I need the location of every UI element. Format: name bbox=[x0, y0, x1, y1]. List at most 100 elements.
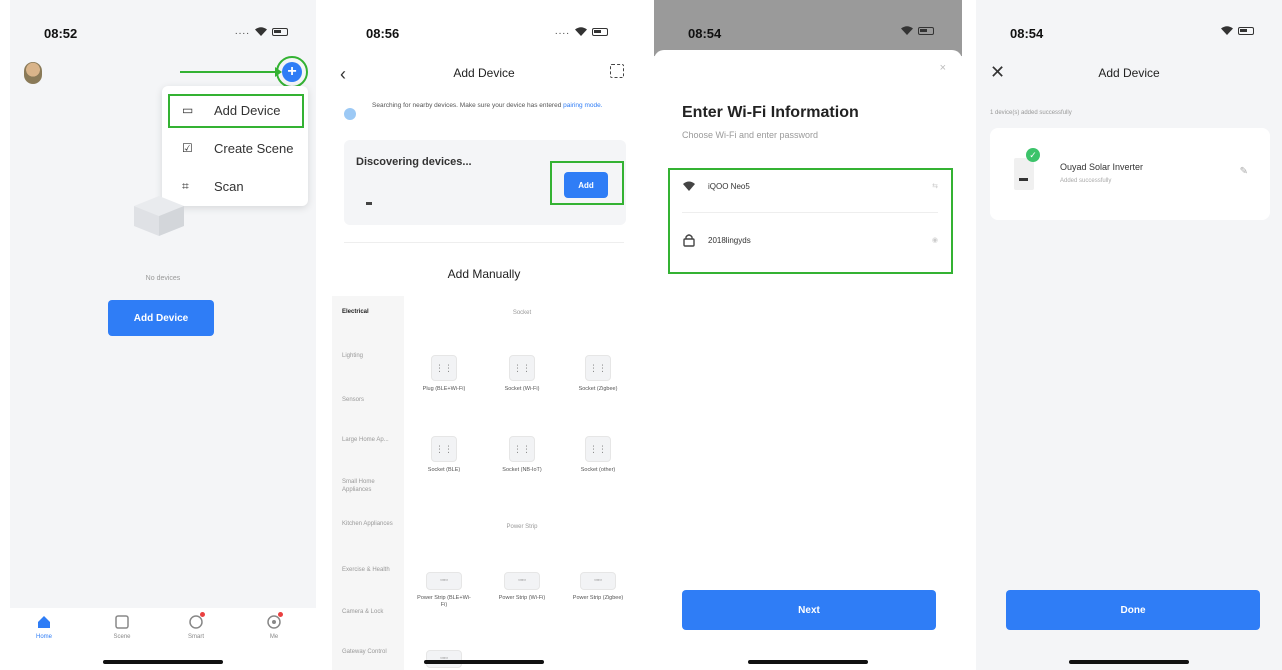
category-gateway-control[interactable]: Gateway Control bbox=[342, 648, 398, 656]
success-note: 1 device(s) added successfully bbox=[990, 110, 1072, 116]
home-indicator bbox=[103, 660, 223, 664]
category-large-home-appliances[interactable]: Large Home Ap... bbox=[342, 436, 398, 444]
device-tile[interactable]: ⋮⋮ Socket (NB-IoT) bbox=[492, 436, 552, 474]
empty-state-text: No devices bbox=[145, 275, 181, 282]
wifi-icon bbox=[255, 27, 267, 36]
phone-screen-add-device: 08:56 .... ‹ Add Device Searching for ne… bbox=[332, 0, 636, 670]
highlight-arrow bbox=[180, 67, 282, 77]
device-tile[interactable]: ▫▫▫ Power Strip (Wi-Fi) bbox=[492, 572, 552, 602]
device-tile[interactable]: ⋮⋮ Socket (Zigbee) bbox=[568, 355, 628, 393]
next-button[interactable]: Next bbox=[682, 590, 936, 630]
section-socket: Socket bbox=[512, 310, 532, 316]
divider bbox=[344, 242, 624, 243]
power-strip-icon: ▫▫▫ bbox=[426, 572, 462, 590]
device-tile[interactable]: ▫▫▫ Power Strip (BLE+Wi-Fi) bbox=[414, 572, 474, 609]
done-button[interactable]: Done bbox=[1006, 590, 1260, 630]
device-label: Socket (Zigbee) bbox=[578, 386, 618, 392]
notification-dot bbox=[200, 612, 205, 617]
category-lighting[interactable]: Lighting bbox=[342, 352, 398, 360]
device-tile[interactable]: ⋮⋮ Socket (BLE) bbox=[414, 436, 474, 474]
wifi-icon bbox=[901, 26, 913, 35]
loading-indicator bbox=[366, 202, 372, 205]
highlight-add-device bbox=[168, 94, 304, 128]
battery-icon bbox=[1238, 26, 1254, 35]
wifi-heading: Enter Wi-Fi Information bbox=[682, 104, 859, 121]
device-tile[interactable]: ▫▫▫ Power Strip (Zigbee) bbox=[568, 572, 628, 602]
signal-icon: .... bbox=[234, 26, 250, 37]
add-device-button[interactable]: Add Device bbox=[108, 300, 214, 336]
socket-icon: ⋮⋮ bbox=[585, 355, 611, 381]
power-strip-icon: ▫▫▫ bbox=[426, 650, 462, 668]
device-tile[interactable]: ⋮⋮ Plug (BLE+Wi-Fi) bbox=[414, 355, 474, 393]
status-indicators bbox=[901, 26, 934, 35]
status-time: 08:54 bbox=[1010, 26, 1044, 41]
socket-icon: ⋮⋮ bbox=[509, 355, 535, 381]
device-label: Socket (BLE) bbox=[427, 467, 461, 473]
device-tile[interactable]: ⋮⋮ Socket (Wi-Fi) bbox=[492, 355, 552, 393]
device-tile[interactable]: ▫▫▫ bbox=[414, 650, 474, 668]
power-strip-icon: ▫▫▫ bbox=[504, 572, 540, 590]
highlight-add-button bbox=[550, 161, 624, 205]
highlight-wifi-fields bbox=[668, 168, 953, 274]
status-bar: 08:54 bbox=[976, 0, 1282, 44]
pairing-mode-link[interactable]: pairing mode. bbox=[563, 102, 602, 109]
tab-me[interactable]: Me bbox=[254, 612, 294, 640]
device-label: Socket (NB-IoT) bbox=[502, 467, 542, 473]
battery-icon bbox=[918, 26, 934, 35]
device-label: Socket (other) bbox=[580, 467, 616, 473]
phone-screen-added: 08:54 ✕ Add Device 1 device(s) added suc… bbox=[976, 0, 1282, 670]
device-tile[interactable]: ⋮⋮ Socket (other) bbox=[568, 436, 628, 474]
edit-icon[interactable]: ✎ bbox=[1240, 166, 1248, 177]
device-label: Power Strip (Zigbee) bbox=[572, 595, 624, 601]
socket-icon: ⋮⋮ bbox=[509, 436, 535, 462]
socket-icon: ⋮⋮ bbox=[431, 355, 457, 381]
added-device-card[interactable]: ✓ Ouyad Solar Inverter Added successfull… bbox=[990, 128, 1270, 220]
category-small-home-appliances[interactable]: Small Home Appliances bbox=[342, 478, 398, 494]
empty-box-illustration bbox=[134, 196, 184, 236]
tab-label: Scene bbox=[113, 634, 131, 640]
device-label: Plug (BLE+Wi-Fi) bbox=[422, 386, 466, 392]
status-bar: 08:56 .... bbox=[332, 0, 636, 44]
status-bar: 08:52 .... bbox=[10, 0, 316, 44]
battery-icon bbox=[592, 27, 608, 36]
menu-item-label: Create Scene bbox=[214, 140, 294, 156]
avatar[interactable] bbox=[24, 62, 42, 84]
power-strip-icon: ▫▫▫ bbox=[580, 572, 616, 590]
device-name: Ouyad Solar Inverter bbox=[1060, 162, 1144, 172]
tab-label: Smart bbox=[187, 634, 204, 640]
signal-icon: .... bbox=[554, 26, 570, 37]
category-electrical[interactable]: Electrical bbox=[342, 308, 398, 316]
tab-smart[interactable]: Smart bbox=[176, 612, 216, 640]
tab-scene[interactable]: Scene bbox=[102, 614, 142, 640]
scene-icon bbox=[115, 615, 129, 629]
status-time: 08:52 bbox=[44, 26, 78, 41]
phone-screen-home: 08:52 .... + ▭ Add Device ☑ Create Scene… bbox=[10, 0, 316, 670]
category-camera-lock[interactable]: Camera & Lock bbox=[342, 608, 398, 616]
tab-home[interactable]: Home bbox=[24, 614, 64, 640]
category-kitchen-appliances[interactable]: Kitchen Appliances bbox=[342, 520, 398, 528]
scene-icon: ☑ bbox=[182, 141, 193, 155]
scan-icon[interactable] bbox=[610, 64, 624, 78]
home-icon bbox=[38, 616, 50, 628]
menu-item-create-scene[interactable]: ☑ Create Scene bbox=[162, 130, 308, 166]
category-sensors[interactable]: Sensors bbox=[342, 396, 398, 404]
phone-screen-wifi: 08:54 × Enter Wi-Fi Information Choose W… bbox=[654, 0, 962, 670]
status-indicators bbox=[1221, 26, 1254, 35]
device-label: Power Strip (Wi-Fi) bbox=[498, 595, 546, 601]
wifi-subheading: Choose Wi-Fi and enter password bbox=[682, 130, 819, 140]
device-status: Added successfully bbox=[1060, 178, 1112, 184]
category-exercise-health[interactable]: Exercise & Health bbox=[342, 566, 398, 574]
status-bar: 08:54 bbox=[654, 0, 962, 44]
inverter-device-icon bbox=[1014, 158, 1034, 190]
device-label: Socket (Wi-Fi) bbox=[504, 386, 540, 392]
home-indicator bbox=[424, 660, 544, 664]
page-title: Add Device bbox=[453, 66, 515, 80]
notification-dot bbox=[278, 612, 283, 617]
check-icon: ✓ bbox=[1026, 148, 1040, 162]
wifi-icon bbox=[575, 27, 587, 36]
close-icon[interactable]: × bbox=[940, 62, 946, 74]
page-title: Add Device bbox=[1098, 66, 1160, 80]
search-hint: Searching for nearby devices. Make sure … bbox=[372, 101, 622, 110]
home-indicator bbox=[748, 660, 868, 664]
wifi-icon bbox=[1221, 26, 1233, 35]
